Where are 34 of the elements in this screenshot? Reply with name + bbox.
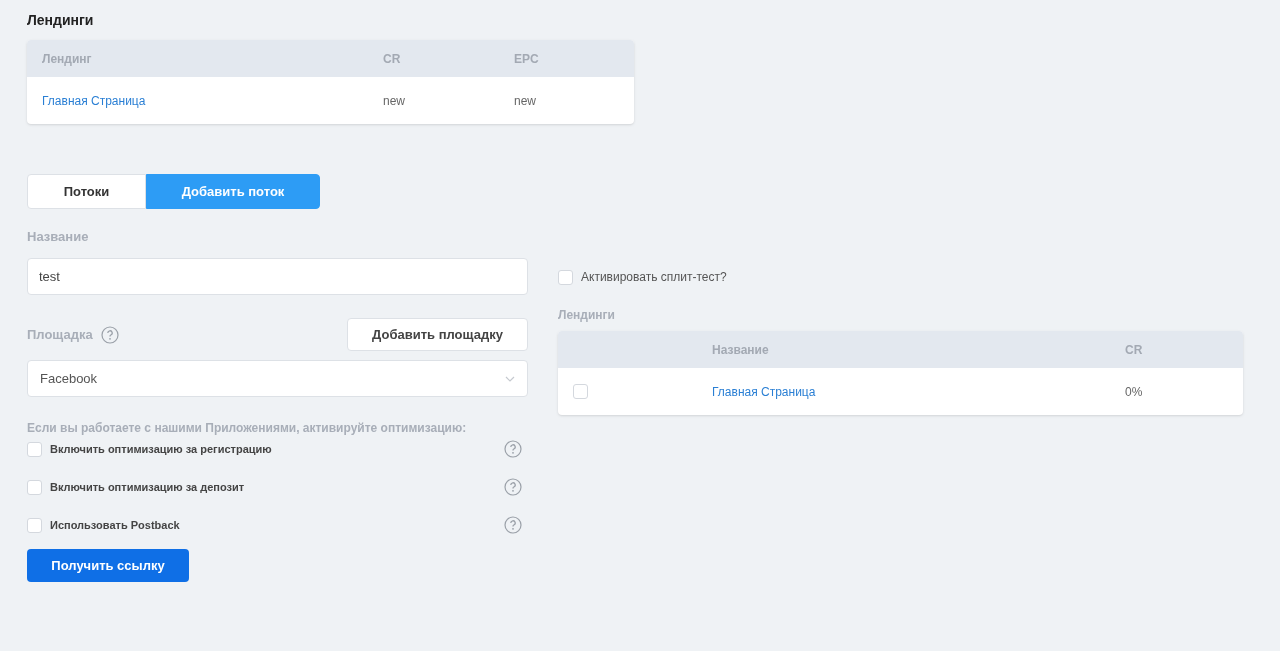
- add-platform-button[interactable]: Добавить площадку: [347, 318, 528, 351]
- option-label: Включить оптимизацию за регистрацию: [50, 441, 272, 457]
- table-cell-text: new: [514, 92, 537, 110]
- platform-select[interactable]: Facebook: [27, 360, 528, 397]
- help-icon[interactable]: [504, 440, 522, 458]
- chevron-down-icon: [505, 375, 515, 382]
- optimization-hint: Если вы работаете с нашими Приложениями, активируйте оптимизацию:: [27, 420, 468, 437]
- column-header: EPC: [514, 50, 540, 68]
- section-label: Лендинги: [558, 307, 616, 324]
- help-icon[interactable]: [100, 325, 119, 344]
- option-label: Использовать Postback: [50, 517, 180, 533]
- table-cell-text: new: [383, 92, 406, 110]
- help-icon[interactable]: [504, 478, 522, 496]
- landing-link[interactable]: Главная Страница: [712, 382, 816, 401]
- column-header: CR: [1125, 341, 1144, 359]
- option-label: Включить оптимизацию за депозит: [50, 479, 245, 495]
- section-title: Лендинги: [27, 11, 95, 30]
- table-cell-text: 0%: [1125, 383, 1143, 401]
- column-header: Лендинг: [42, 50, 93, 68]
- field-label: Площадка: [27, 325, 93, 344]
- checkbox-label: Активировать сплит-тест?: [581, 269, 727, 286]
- checkbox[interactable]: [27, 479, 42, 495]
- checkbox[interactable]: [27, 517, 42, 533]
- landing-link[interactable]: Главная Страница: [42, 91, 383, 110]
- get-link-button[interactable]: Получить ссылку: [27, 549, 189, 582]
- tab[interactable]: Потоки: [27, 174, 146, 209]
- help-icon[interactable]: [504, 516, 522, 534]
- field-label: Название: [27, 228, 90, 243]
- name-input[interactable]: test: [27, 258, 528, 295]
- checkbox[interactable]: [558, 269, 573, 285]
- column-header: Название: [712, 341, 770, 359]
- row-checkbox[interactable]: [573, 384, 588, 399]
- column-header: CR: [383, 50, 402, 68]
- checkbox[interactable]: [27, 441, 42, 457]
